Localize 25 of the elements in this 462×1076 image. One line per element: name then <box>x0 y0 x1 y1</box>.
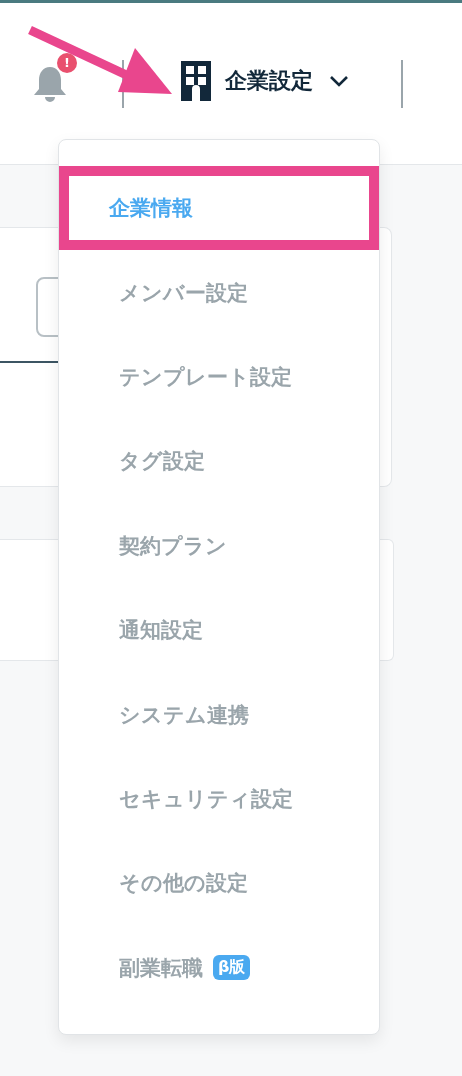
menu-item-label: 通知設定 <box>119 617 203 645</box>
menu-item-label: その他の設定 <box>119 870 248 898</box>
company-settings-menu[interactable]: 企業設定 <box>181 60 349 101</box>
menu-item[interactable]: 副業転職 β版 <box>59 925 379 1010</box>
menu-item[interactable]: テンプレート設定 <box>59 334 379 420</box>
menu-item[interactable]: セキュリティ設定 <box>59 756 379 842</box>
building-icon <box>181 60 211 101</box>
notification-badge: ! <box>57 52 77 73</box>
menu-item-label: システム連携 <box>119 701 249 729</box>
menu-item[interactable]: 契約プラン <box>59 503 379 588</box>
menu-item[interactable]: その他の設定 <box>59 841 379 926</box>
menu-item-label: 企業情報 <box>109 195 193 223</box>
menu-item[interactable]: メンバー設定 <box>59 250 379 335</box>
menu-item[interactable]: システム連携 <box>59 672 379 757</box>
menu-item-label: 契約プラン <box>119 532 227 560</box>
menu-item-label: セキュリティ設定 <box>119 785 293 813</box>
menu-item-label: メンバー設定 <box>119 279 248 307</box>
menu-item-label: タグ設定 <box>119 448 205 476</box>
menu-item[interactable]: 通知設定 <box>59 587 379 673</box>
beta-badge: β版 <box>213 955 251 981</box>
menu-item-label: テンプレート設定 <box>119 363 292 391</box>
menu-item[interactable]: タグ設定 <box>59 419 379 504</box>
menu-item[interactable]: 企業情報 <box>59 166 379 251</box>
chevron-icon <box>329 74 349 87</box>
menu-item-label: 副業転職 <box>119 954 203 982</box>
